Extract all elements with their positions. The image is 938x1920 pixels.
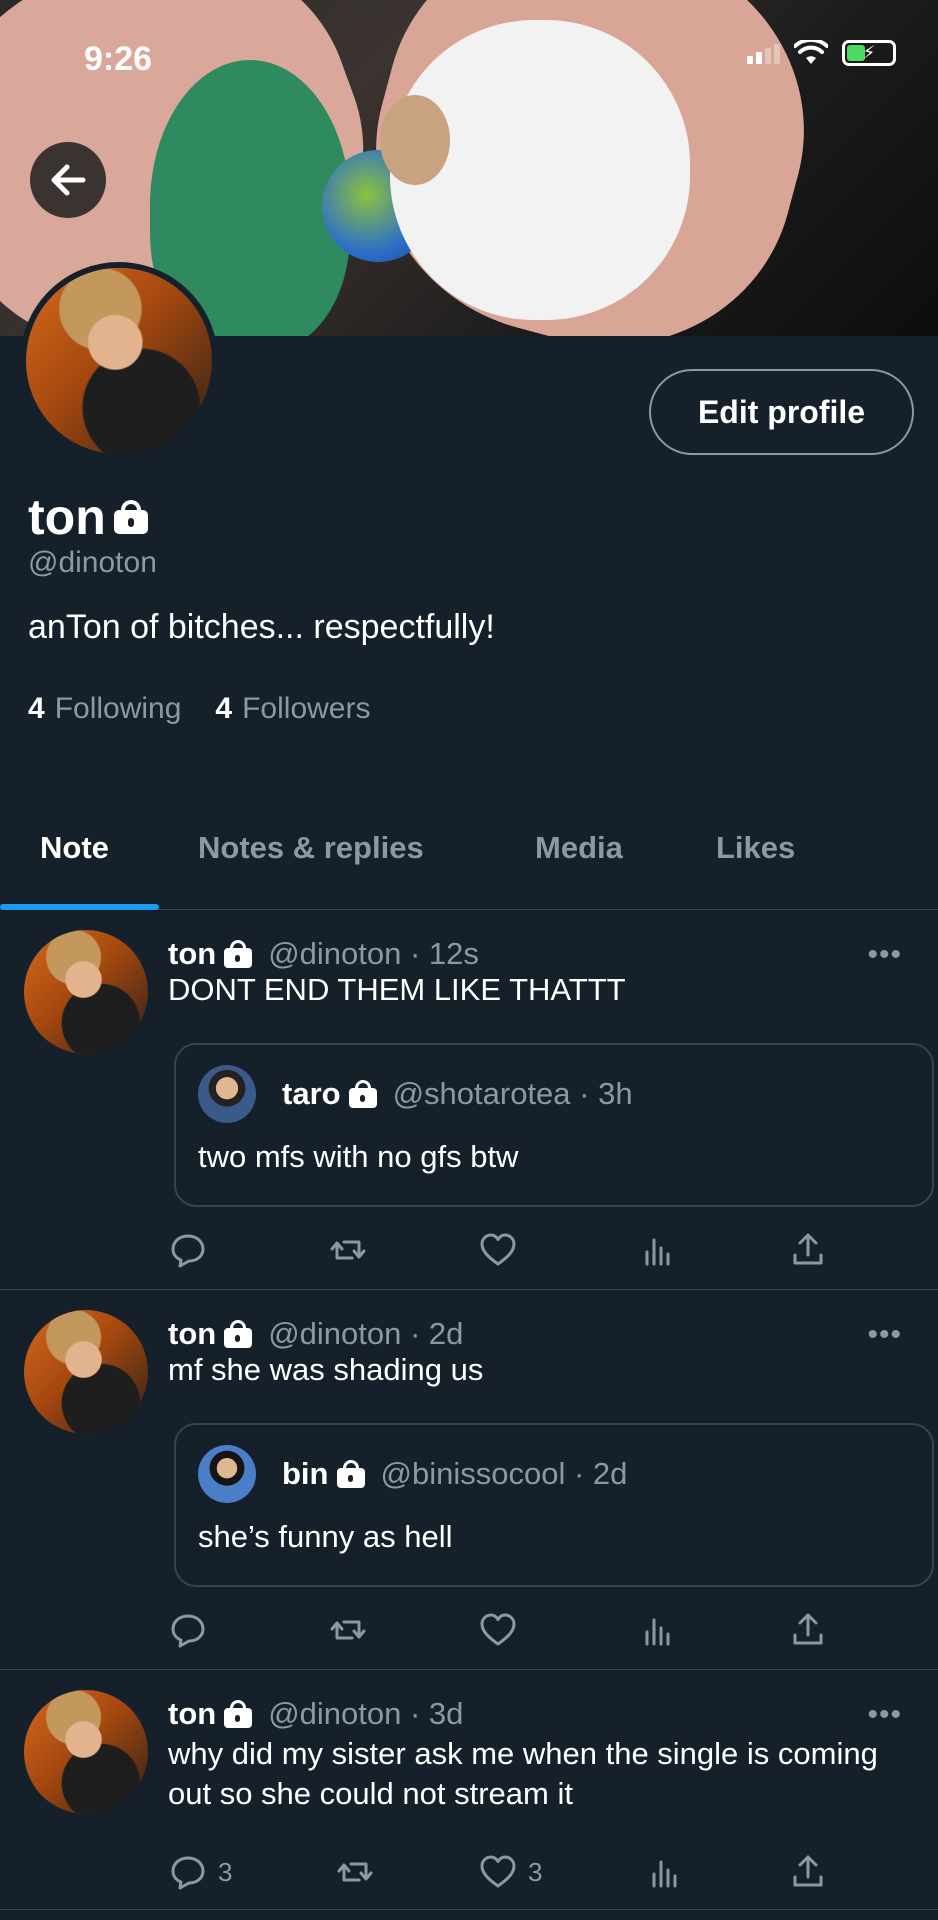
post-meta: @dinoton · 3d (268, 1696, 464, 1731)
back-button[interactable] (30, 142, 106, 218)
post-meta: @dinoton · 12s (268, 936, 479, 971)
post-text: why did my sister ask me when the single… (168, 1736, 878, 1811)
profile-handle: @dinoton (28, 546, 157, 579)
quote-meta: @binissocool · 2d (380, 1456, 628, 1491)
profile-name-row: ton (28, 488, 148, 546)
avatar[interactable] (24, 1310, 148, 1434)
post-text: DONT END THEM LIKE THATTT (168, 972, 626, 1007)
quote-text: two mfs with no gfs btw (198, 1139, 519, 1174)
views-button[interactable] (638, 1610, 678, 1650)
heart-icon (480, 1855, 516, 1888)
status-indicators: ⚡ (747, 40, 896, 66)
share-button[interactable] (788, 1230, 828, 1270)
quote-header: bin @binissocool · 2d (198, 1445, 627, 1503)
quote-author: bin (282, 1456, 329, 1491)
retweet-icon (330, 1240, 366, 1260)
views-button[interactable] (645, 1852, 685, 1892)
retweet-button[interactable] (328, 1230, 368, 1270)
lock-icon (224, 940, 253, 968)
lock-icon (113, 500, 148, 534)
share-button[interactable] (788, 1610, 828, 1650)
profile-name: ton (28, 489, 106, 545)
retweet-button[interactable] (328, 1610, 368, 1650)
heart-icon (480, 1233, 516, 1266)
more-horizontal-icon[interactable]: ••• (867, 1318, 902, 1352)
reply-count: 3 (218, 1856, 233, 1887)
post-actions (168, 1230, 828, 1270)
reply-button[interactable]: 3 (168, 1852, 232, 1892)
post-actions: 3 3 (168, 1852, 828, 1892)
tab-notes-replies[interactable]: Notes & replies (198, 830, 424, 866)
status-time: 9:26 (84, 40, 153, 78)
post-header: ton @dinoton · 12s (168, 936, 479, 972)
share-icon (793, 1855, 823, 1887)
list-item[interactable]: ton @dinoton · 12s ••• DONT END THEM LIK… (0, 910, 938, 1290)
quote-header: taro @shotarotea · 3h (198, 1065, 633, 1123)
views-button[interactable] (638, 1230, 678, 1270)
post-meta: @dinoton · 2d (268, 1316, 464, 1351)
lock-icon (336, 1460, 365, 1488)
post-text: mf she was shading us (168, 1352, 484, 1387)
retweet-icon (330, 1620, 366, 1640)
post-header: ton @dinoton · 3d (168, 1696, 463, 1732)
tab-note[interactable]: Note (40, 830, 109, 866)
edit-profile-button[interactable]: Edit profile (649, 369, 914, 455)
like-count: 3 (528, 1856, 543, 1887)
quote-text: she’s funny as hell (198, 1519, 453, 1554)
following-link[interactable]: 4 Following (28, 692, 181, 726)
post-header: ton @dinoton · 2d (168, 1316, 463, 1352)
post-actions (168, 1610, 828, 1650)
reply-button[interactable] (168, 1230, 218, 1270)
retweet-button[interactable] (335, 1852, 375, 1892)
share-icon (793, 1613, 823, 1645)
battery-icon: ⚡ (842, 40, 896, 66)
reply-icon (171, 1234, 205, 1268)
wifi-icon (794, 40, 828, 64)
share-icon (793, 1233, 823, 1265)
like-button[interactable] (478, 1230, 528, 1270)
more-horizontal-icon[interactable]: ••• (867, 1698, 902, 1732)
list-item[interactable]: ton @dinoton · 2d ••• mf she was shading… (0, 1290, 938, 1670)
post-author[interactable]: ton (168, 936, 216, 972)
lock-icon (224, 1320, 253, 1348)
lock-icon (348, 1080, 377, 1108)
quote-author: taro (282, 1076, 341, 1111)
like-button[interactable]: 3 (478, 1852, 542, 1892)
retweet-icon (337, 1862, 373, 1882)
quote-meta: @shotarotea · 3h (392, 1076, 633, 1111)
more-horizontal-icon[interactable]: ••• (867, 938, 902, 972)
quoted-post[interactable]: bin @binissocool · 2d she’s funny as hel… (174, 1423, 934, 1587)
profile-tabs: Note Notes & replies Media Likes (0, 820, 938, 910)
views-icon (652, 1860, 677, 1888)
avatar[interactable] (24, 930, 148, 1054)
heart-icon (480, 1613, 516, 1646)
reply-icon (171, 1614, 205, 1648)
tab-likes[interactable]: Likes (716, 830, 795, 866)
post-author[interactable]: ton (168, 1316, 216, 1352)
signal-icon (747, 42, 780, 64)
quoted-post[interactable]: taro @shotarotea · 3h two mfs with no gf… (174, 1043, 934, 1207)
avatar[interactable] (24, 1690, 148, 1814)
list-item[interactable]: ton @dinoton · 3d ••• why did my sister … (0, 1670, 938, 1910)
follow-stats: 4 Following 4 Followers (28, 692, 370, 726)
arrow-left-icon (51, 164, 86, 196)
post-author[interactable]: ton (168, 1696, 216, 1732)
views-icon (645, 1238, 670, 1266)
avatar (198, 1445, 256, 1503)
profile-avatar[interactable] (20, 262, 218, 460)
like-button[interactable] (478, 1610, 528, 1650)
views-icon (645, 1618, 670, 1646)
avatar (198, 1065, 256, 1123)
lock-icon (224, 1700, 253, 1728)
reply-icon (171, 1856, 205, 1890)
reply-button[interactable] (168, 1610, 218, 1650)
share-button[interactable] (788, 1852, 828, 1892)
tab-media[interactable]: Media (535, 830, 623, 866)
followers-link[interactable]: 4 Followers (215, 692, 370, 726)
profile-bio: anTon of bitches... respectfully! (28, 608, 495, 646)
